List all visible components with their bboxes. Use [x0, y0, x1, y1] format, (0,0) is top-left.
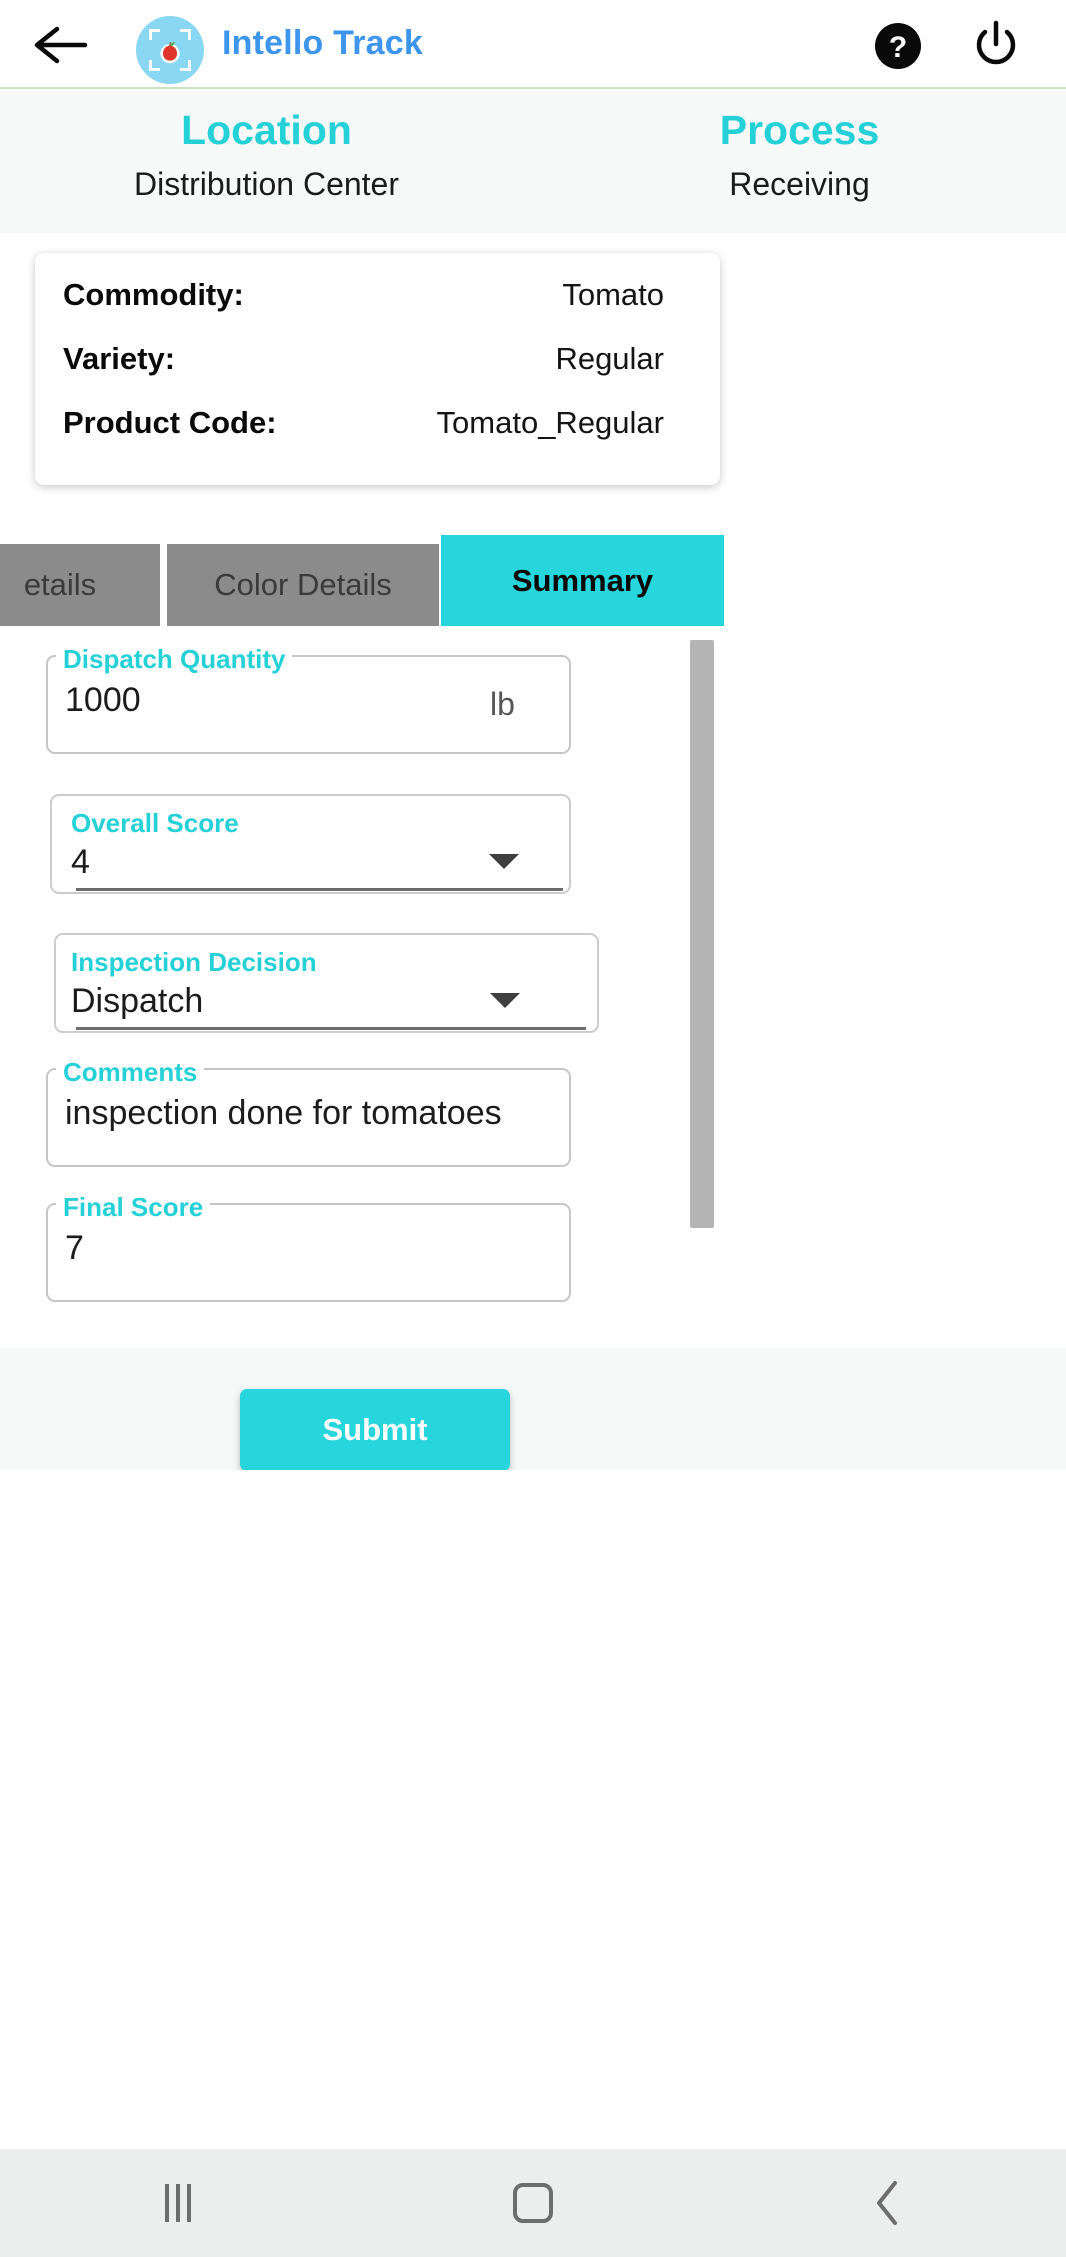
variety-row: Variety: Regular — [63, 341, 692, 405]
overall-score-value: 4 — [71, 843, 90, 881]
comments-value: inspection done for tomatoes — [65, 1094, 502, 1132]
back-chevron-icon[interactable] — [828, 2168, 948, 2238]
context-info-strip: Location Distribution Center Process Rec… — [0, 91, 1066, 233]
back-arrow-icon[interactable] — [30, 22, 92, 68]
overall-score-underline — [76, 888, 563, 891]
product-code-row: Product Code: Tomato_Regular — [63, 405, 692, 469]
vertical-scrollbar[interactable] — [690, 640, 714, 1228]
android-nav-bar — [0, 2149, 1066, 2257]
final-score-value: 7 — [65, 1229, 84, 1267]
location-label: Location — [181, 107, 352, 153]
chevron-down-icon[interactable] — [489, 854, 519, 869]
apple-scan-logo-icon — [136, 16, 204, 84]
dispatch-quantity-unit: lb — [490, 686, 515, 722]
inspection-decision-label: Inspection Decision — [71, 947, 317, 977]
inspection-decision-underline — [76, 1027, 586, 1030]
process-label: Process — [719, 107, 880, 153]
app-title: Intello Track — [222, 24, 424, 62]
final-score-label: Final Score — [56, 1192, 211, 1223]
page-bottom-spacer — [0, 1470, 1066, 1491]
svg-text:?: ? — [889, 31, 907, 64]
submit-button[interactable]: Submit — [240, 1389, 510, 1471]
tab-summary[interactable]: Summary — [441, 535, 724, 626]
recents-icon[interactable] — [118, 2168, 238, 2238]
commodity-info-card: Commodity: Tomato Variety: Regular Produ… — [35, 253, 720, 485]
commodity-value: Tomato — [562, 277, 664, 312]
overall-score-label: Overall Score — [71, 808, 239, 838]
home-icon[interactable] — [473, 2168, 593, 2238]
app-screen: Intello Track ? Location Distribution Ce… — [0, 0, 1066, 2257]
location-block: Location Distribution Center — [0, 91, 533, 233]
dispatch-quantity-value: 1000 — [65, 681, 141, 719]
commodity-row: Commodity: Tomato — [63, 277, 692, 341]
location-value: Distribution Center — [134, 166, 399, 203]
variety-label: Variety: — [63, 341, 176, 376]
chevron-down-icon[interactable] — [490, 993, 520, 1008]
app-logo — [136, 16, 204, 84]
app-bar: Intello Track ? — [0, 0, 1066, 89]
tab-strip[interactable]: etails Color Details Summary — [0, 518, 1066, 626]
product-code-value: Tomato_Regular — [436, 405, 664, 440]
tab-color-details[interactable]: Color Details — [167, 544, 439, 626]
process-value: Receiving — [729, 166, 870, 203]
inspection-decision-value: Dispatch — [71, 982, 204, 1020]
dispatch-quantity-label: Dispatch Quantity — [56, 644, 293, 675]
commodity-label: Commodity: — [63, 277, 244, 312]
product-code-label: Product Code: — [63, 405, 277, 440]
comments-label: Comments — [56, 1057, 205, 1088]
variety-value: Regular — [555, 341, 664, 376]
power-icon[interactable] — [968, 18, 1024, 74]
help-circle-icon[interactable]: ? — [872, 20, 924, 72]
summary-form: Dispatch Quantity 1000 lb Overall Score … — [8, 626, 1058, 1348]
process-block: Process Receiving — [533, 91, 1066, 233]
footer-bar — [0, 1348, 1066, 1470]
tab-physical-details[interactable]: etails — [0, 544, 160, 626]
